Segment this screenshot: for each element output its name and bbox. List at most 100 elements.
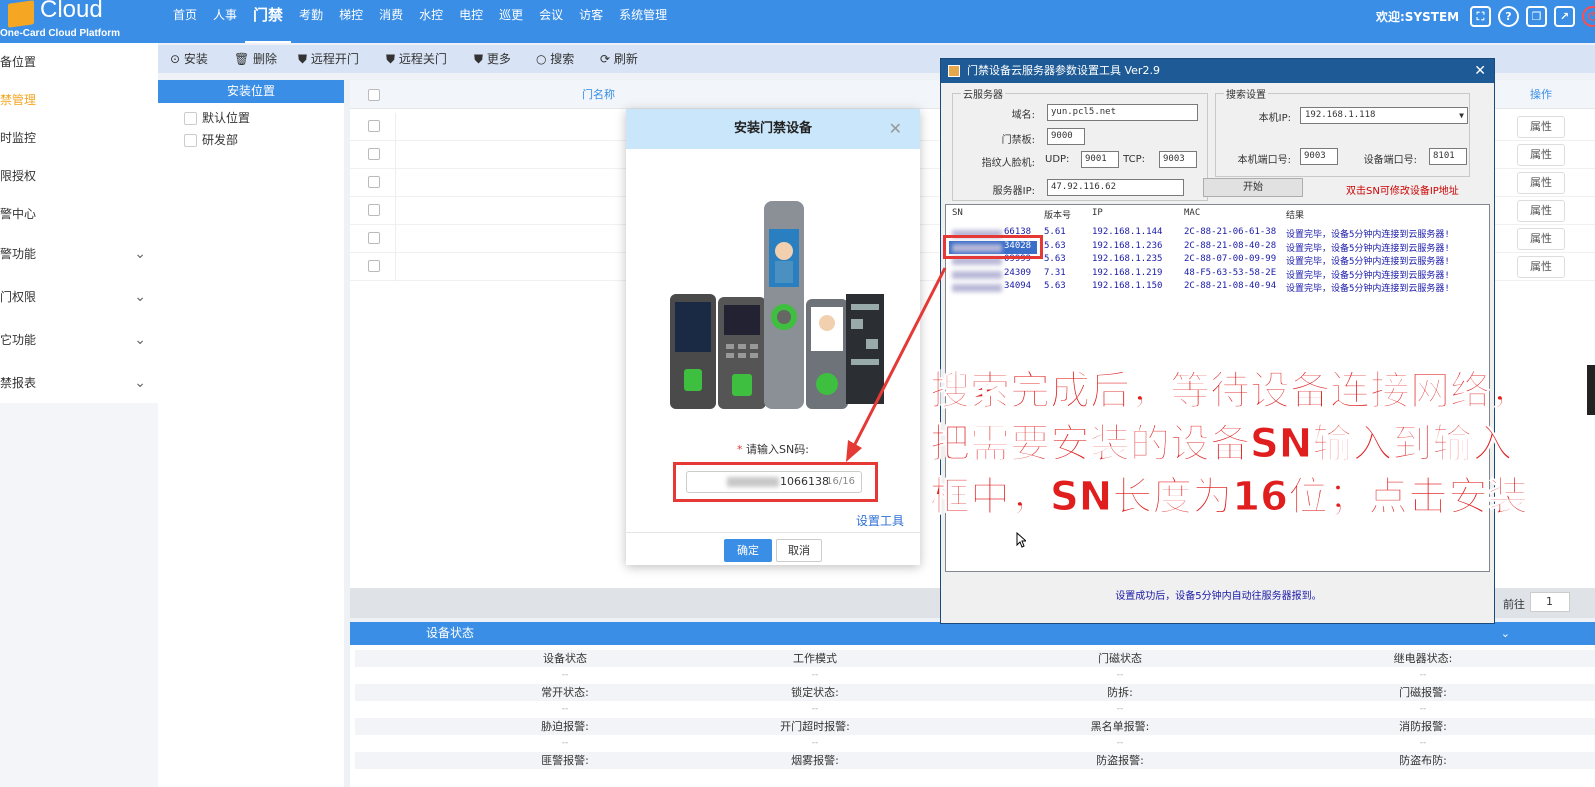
status-label: 防盗报警: — [1096, 754, 1144, 767]
sidebar-item[interactable]: 禁管理 — [0, 81, 158, 119]
nav-item[interactable]: 系统管理 — [611, 0, 675, 43]
domain-input[interactable]: yun.pcl5.net — [1047, 104, 1198, 121]
tree-node[interactable]: 研发部 — [158, 129, 344, 151]
udp-label: UDP: — [1045, 154, 1070, 165]
door-port-label: 门禁板: — [1001, 135, 1035, 146]
sidebar-item[interactable]: 它功能 ⌄ — [0, 319, 158, 362]
sidebar-item[interactable]: 门权限 ⌄ — [0, 276, 158, 319]
refresh-button[interactable]: ⟳ 刷新 — [600, 45, 638, 73]
top-icons: ⛶ ? ❐ ↗ ⏻ — [1470, 6, 1595, 27]
row-checkbox[interactable] — [368, 148, 380, 160]
tcp-label: TCP: — [1123, 154, 1145, 165]
divider — [395, 169, 396, 197]
sidebar-item[interactable]: 禁报表 ⌄ — [0, 362, 158, 405]
sn-input[interactable]: 1066138 16/16 — [686, 471, 862, 493]
nav-item[interactable]: 人事 — [205, 0, 245, 43]
nav-item[interactable]: 巡更 — [491, 0, 531, 43]
page-input[interactable]: 1 — [1530, 592, 1570, 612]
remote-open-button[interactable]: ⛊ 远程开门 — [298, 45, 359, 73]
cancel-button[interactable]: 取消 — [776, 539, 822, 562]
device-row[interactable]: 24309 7.31 192.168.1.219 48-F5-63-53-58-2E 设… — [946, 268, 1491, 281]
attribute-button[interactable]: 属性 — [1517, 256, 1565, 278]
local-ip-select[interactable]: 192.168.1.118 ▼ — [1300, 107, 1468, 124]
status-values: -- -- -- -- — [355, 701, 1595, 718]
row-checkbox[interactable] — [368, 232, 380, 244]
sidebar: 备位置禁管理 时监控 限授权 警中心 警功能 ⌄ 门权限 ⌄ 它功能 ⌄ 禁报表 ⌄ — [0, 43, 158, 403]
row-checkbox[interactable] — [368, 176, 380, 188]
sidebar-item[interactable]: 警中心 — [0, 195, 158, 233]
sidebar-item[interactable]: 备位置 — [0, 43, 158, 81]
device-ver: 5.63 — [1044, 240, 1066, 251]
row-checkbox[interactable] — [368, 204, 380, 216]
door-port-input[interactable]: 9000 — [1047, 128, 1085, 145]
tool-title: 门禁设备云服务器参数设置工具 Ver2.9 — [967, 64, 1160, 77]
tree-node[interactable]: 默认位置 — [158, 107, 344, 129]
nav-item[interactable]: 首页 — [165, 0, 205, 43]
sn-count: 16/16 — [826, 476, 855, 487]
chevron-down-icon: ⌄ — [134, 375, 146, 391]
close-icon[interactable]: ✕ — [889, 109, 902, 149]
settings-tool-link[interactable]: 设置工具 — [856, 512, 904, 529]
device-row[interactable]: 34094 5.63 192.168.1.150 2C-88-21-08-40-94 设… — [946, 281, 1491, 294]
row-checkbox[interactable] — [368, 120, 380, 132]
remote-close-button[interactable]: ⛊ 远程关门 — [386, 45, 447, 73]
nav-item[interactable]: 考勤 — [291, 0, 331, 43]
power-icon[interactable]: ⏻ — [1582, 6, 1595, 27]
sidebar-background — [0, 403, 158, 787]
start-button[interactable]: 开始 — [1203, 178, 1303, 197]
nav-item[interactable]: 门禁 — [245, 0, 292, 43]
status-value: -- — [811, 704, 819, 714]
search-button[interactable]: ○ 搜索 — [536, 45, 574, 73]
delete-button[interactable]: 🗑 删除 — [234, 45, 277, 73]
copy-icon[interactable]: ❐ — [1526, 6, 1547, 27]
device-port-input[interactable]: 8101 — [1429, 148, 1467, 165]
close-icon[interactable]: ✕ — [1474, 59, 1486, 83]
sidebar-item-label: 备位置 — [0, 55, 37, 69]
attribute-button[interactable]: 属性 — [1517, 228, 1565, 250]
status-values: -- -- -- -- — [355, 735, 1595, 752]
status-label: 消防报警: — [1399, 720, 1447, 733]
logo-text: Cloud — [40, 0, 103, 23]
col-action: 操作 — [1530, 88, 1552, 101]
attribute-button[interactable]: 属性 — [1517, 144, 1565, 166]
fullscreen-icon[interactable]: ⛶ — [1470, 6, 1491, 27]
device-ip: 192.168.1.219 — [1092, 267, 1163, 278]
chevron-down-icon[interactable]: ⌄ — [1501, 622, 1510, 645]
external-link-icon[interactable]: ↗ — [1554, 6, 1575, 27]
select-all-checkbox[interactable] — [368, 89, 380, 101]
nav-item[interactable]: 梯控 — [331, 0, 371, 43]
confirm-button[interactable]: 确定 — [724, 539, 772, 562]
divider — [395, 113, 396, 141]
udp-input[interactable]: 9001 — [1081, 151, 1119, 168]
device-ver: 7.31 — [1044, 267, 1066, 278]
device-result: 设置完毕，设备5分钟内连接到云服务器! — [1286, 257, 1450, 267]
help-icon[interactable]: ? — [1498, 6, 1519, 27]
status-label: 继电器状态: — [1393, 652, 1453, 665]
status-value: -- — [811, 738, 819, 748]
sidebar-item[interactable]: 限授权 — [0, 157, 158, 195]
row-checkbox[interactable] — [368, 260, 380, 272]
access-device-illustration — [670, 201, 884, 409]
attribute-button[interactable]: 属性 — [1517, 200, 1565, 222]
sidebar-item[interactable]: 时监控 — [0, 119, 158, 157]
tcp-input[interactable]: 9003 — [1159, 151, 1197, 168]
nav-item[interactable]: 水控 — [411, 0, 451, 43]
nav-item[interactable]: 消费 — [371, 0, 411, 43]
status-header[interactable]: 设备状态 ⌄ — [350, 622, 1595, 645]
install-button[interactable]: ⊙ 安装 — [170, 45, 208, 73]
status-value: -- — [1116, 738, 1124, 748]
server-ip-input[interactable]: 47.92.116.62 — [1047, 179, 1184, 196]
more-button[interactable]: ⛊ 更多 — [474, 45, 511, 73]
tool-footer-text: 设置成功后，设备5分钟内自动往服务器报到。 — [1115, 591, 1322, 602]
app-icon — [948, 65, 960, 77]
sidebar-item-label: 禁报表 — [0, 376, 37, 390]
sidebar-item[interactable]: 警功能 ⌄ — [0, 233, 158, 276]
nav-item[interactable]: 电控 — [451, 0, 491, 43]
attribute-button[interactable]: 属性 — [1517, 116, 1565, 138]
attribute-button[interactable]: 属性 — [1517, 172, 1565, 194]
device-result: 设置完毕，设备5分钟内连接到云服务器! — [1286, 243, 1450, 254]
local-port-input[interactable]: 9003 — [1300, 148, 1338, 165]
side-handle[interactable] — [1587, 365, 1595, 415]
nav-item[interactable]: 会议 — [531, 0, 571, 43]
nav-item[interactable]: 访客 — [571, 0, 611, 43]
